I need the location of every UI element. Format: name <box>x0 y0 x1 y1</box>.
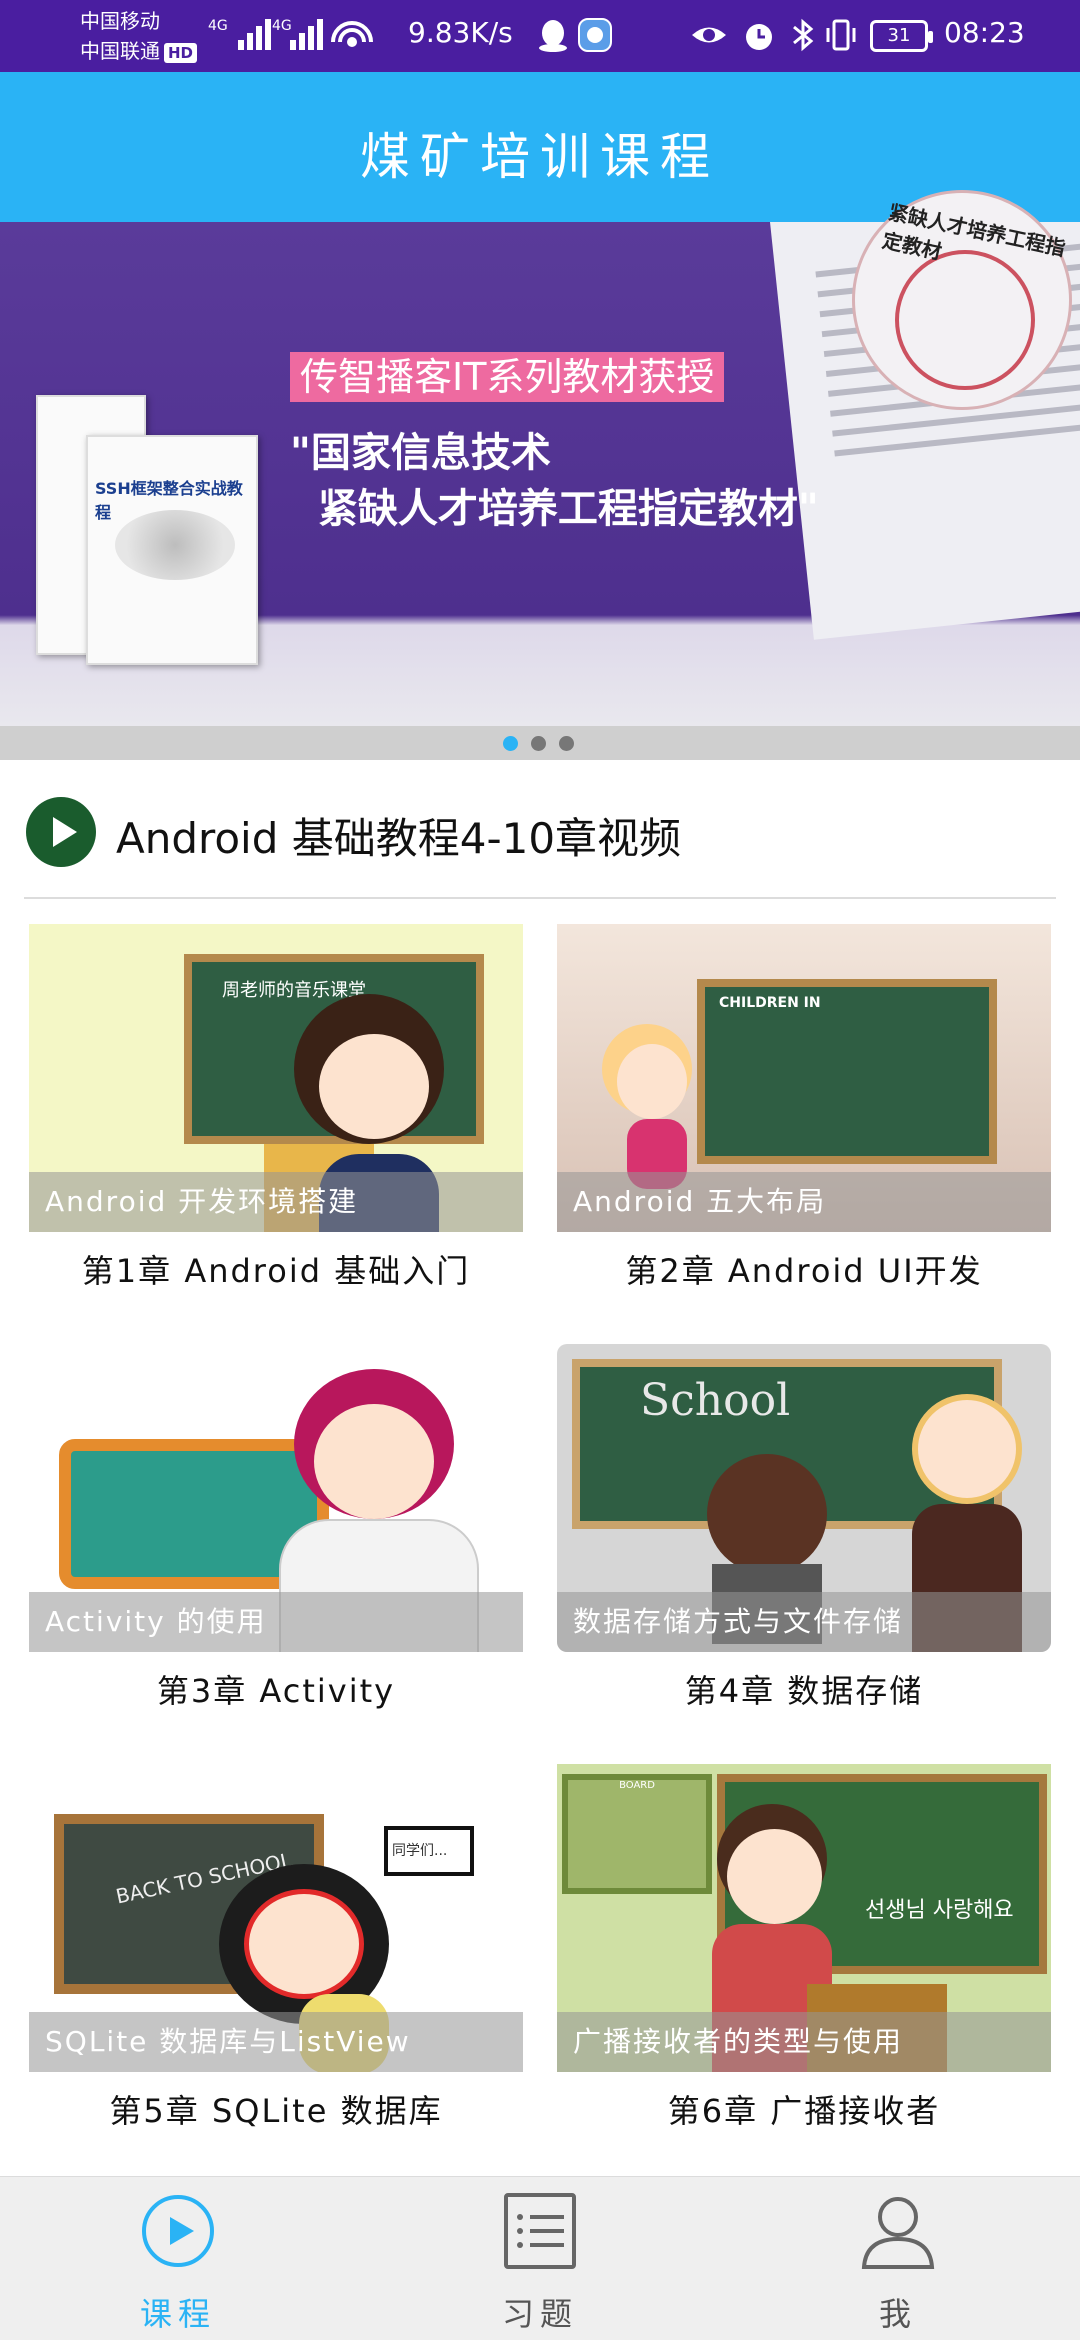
user-icon <box>861 2197 935 2269</box>
bluetooth-icon <box>793 18 814 52</box>
network-type-1: 4G <box>208 18 228 34</box>
network-speed: 9.83K/s <box>408 16 513 49</box>
course-card-6[interactable]: BOARD 선생님 사랑해요 广播接收者的类型与使用 第6章 广播接收者 <box>557 1764 1051 2130</box>
network-type-2: 4G <box>272 18 292 34</box>
chapter-title: 第4章 数据存储 <box>684 1672 924 1710</box>
teacher-face <box>727 1829 822 1924</box>
chalkboard: CHILDREN IN <box>697 979 997 1164</box>
thumbnail-caption: 广播接收者的类型与使用 <box>557 2012 1051 2072</box>
thumbnail-caption: SQLite 数据库与ListView <box>29 2012 523 2072</box>
battery-icon: 31 <box>870 20 933 52</box>
chapter-title: 第3章 Activity <box>156 1672 396 1710</box>
tab-profile[interactable]: 我 <box>798 2177 998 2340</box>
thumbnail-caption: 数据存储方式与文件存储 <box>557 1592 1051 1652</box>
carrier-2: 中国联通 <box>80 39 160 63</box>
divider <box>24 897 1056 899</box>
hd-badge: HD <box>164 43 198 63</box>
tab-label: 课程 <box>139 2295 216 2333</box>
signal-icon-2 <box>290 18 326 50</box>
book-art <box>115 510 235 580</box>
carousel-indicator <box>0 726 1080 760</box>
thumbnail-caption: Android 五大布局 <box>557 1172 1051 1232</box>
course-thumbnail-1: 周老师的音乐课堂 Android 开发环境搭建 <box>29 924 523 1232</box>
boy-face <box>617 1044 687 1119</box>
clock: 08:23 <box>944 16 1025 49</box>
course-thumbnail-3: Activity 的使用 <box>29 1344 523 1652</box>
eye-icon <box>692 27 726 43</box>
course-thumbnail-2: CHILDREN IN Android 五大布局 <box>557 924 1051 1232</box>
app-notification-icon <box>578 18 612 52</box>
hotspot-icon <box>331 21 373 47</box>
board-text: 선생님 사랑해요 <box>865 1898 1014 1923</box>
thumbnail-caption: Android 开发环境搭建 <box>29 1172 523 1232</box>
alarm-icon <box>746 24 772 50</box>
teacher-face <box>314 1404 434 1519</box>
page-title: 煤矿培训课程 <box>360 128 720 186</box>
bottom-nav: 课程 习题 我 <box>0 2176 1080 2340</box>
course-card-5[interactable]: BACK TO SCHOOL 同学们... SQLite 数据库与ListVie… <box>29 1764 523 2130</box>
notice-board: BOARD <box>562 1774 712 1894</box>
course-card-1[interactable]: 周老师的音乐课堂 Android 开发环境搭建 第1章 Android 基础入门 <box>29 924 523 1290</box>
status-bar: 中国移动 中国联通 HD 4G 4G 9.83K/s 31 08:23 <box>0 0 1080 72</box>
chapter-title: 第5章 SQLite 数据库 <box>109 2092 443 2130</box>
course-card-2[interactable]: CHILDREN IN Android 五大布局 第2章 Android UI开… <box>557 924 1051 1290</box>
tab-label: 习题 <box>501 2295 578 2333</box>
clipboard-list-icon <box>504 2193 576 2269</box>
section-title: Android 基础教程4-10章视频 <box>116 814 682 863</box>
course-card-3[interactable]: Activity 的使用 第3章 Activity <box>29 1344 523 1710</box>
signal-icon <box>238 18 274 50</box>
girl-hair <box>707 1454 827 1574</box>
chapter-title: 第1章 Android 基础入门 <box>81 1252 471 1290</box>
chapter-title: 第6章 广播接收者 <box>667 2092 941 2130</box>
speech-text: 同学们... <box>392 1843 448 1859</box>
thumbnail-caption: Activity 的使用 <box>29 1592 523 1652</box>
girl-face <box>244 1889 364 1999</box>
course-thumbnail-6: BOARD 선생님 사랑해요 广播接收者的类型与使用 <box>557 1764 1051 2072</box>
board-text: CHILDREN IN <box>719 995 821 1011</box>
carousel-dot-3[interactable] <box>559 736 574 751</box>
carrier-1: 中国移动 <box>80 9 160 33</box>
course-thumbnail-5: BACK TO SCHOOL 同学们... SQLite 数据库与ListVie… <box>29 1764 523 2072</box>
carousel-dot-1[interactable] <box>503 736 518 751</box>
tab-exercises[interactable]: 习题 <box>440 2177 640 2340</box>
carousel-dot-2[interactable] <box>531 736 546 751</box>
board-sign: BOARD <box>619 1780 655 1791</box>
chapter-title: 第2章 Android UI开发 <box>625 1252 983 1290</box>
tab-label: 我 <box>878 2295 917 2333</box>
man-face <box>912 1394 1022 1504</box>
course-thumbnail-4: School 数据存储方式与文件存储 <box>557 1344 1051 1652</box>
play-circle-icon <box>142 2195 214 2267</box>
course-card-4[interactable]: School 数据存储方式与文件存储 第4章 数据存储 <box>557 1344 1051 1710</box>
teacher-face <box>319 1034 429 1139</box>
speech-bubble: 同学们... <box>384 1826 474 1876</box>
vibrate-icon <box>826 19 856 51</box>
tab-courses[interactable]: 课程 <box>78 2177 278 2340</box>
qq-icon <box>539 20 567 52</box>
banner-badge: 传智播客IT系列教材获授 <box>290 352 725 402</box>
banner-quote: "国家信息技术 紧缺人才培养工程指定教材" <box>290 430 819 532</box>
play-icon <box>26 797 96 867</box>
carrier-info: 中国移动 中国联通 HD <box>80 6 198 66</box>
